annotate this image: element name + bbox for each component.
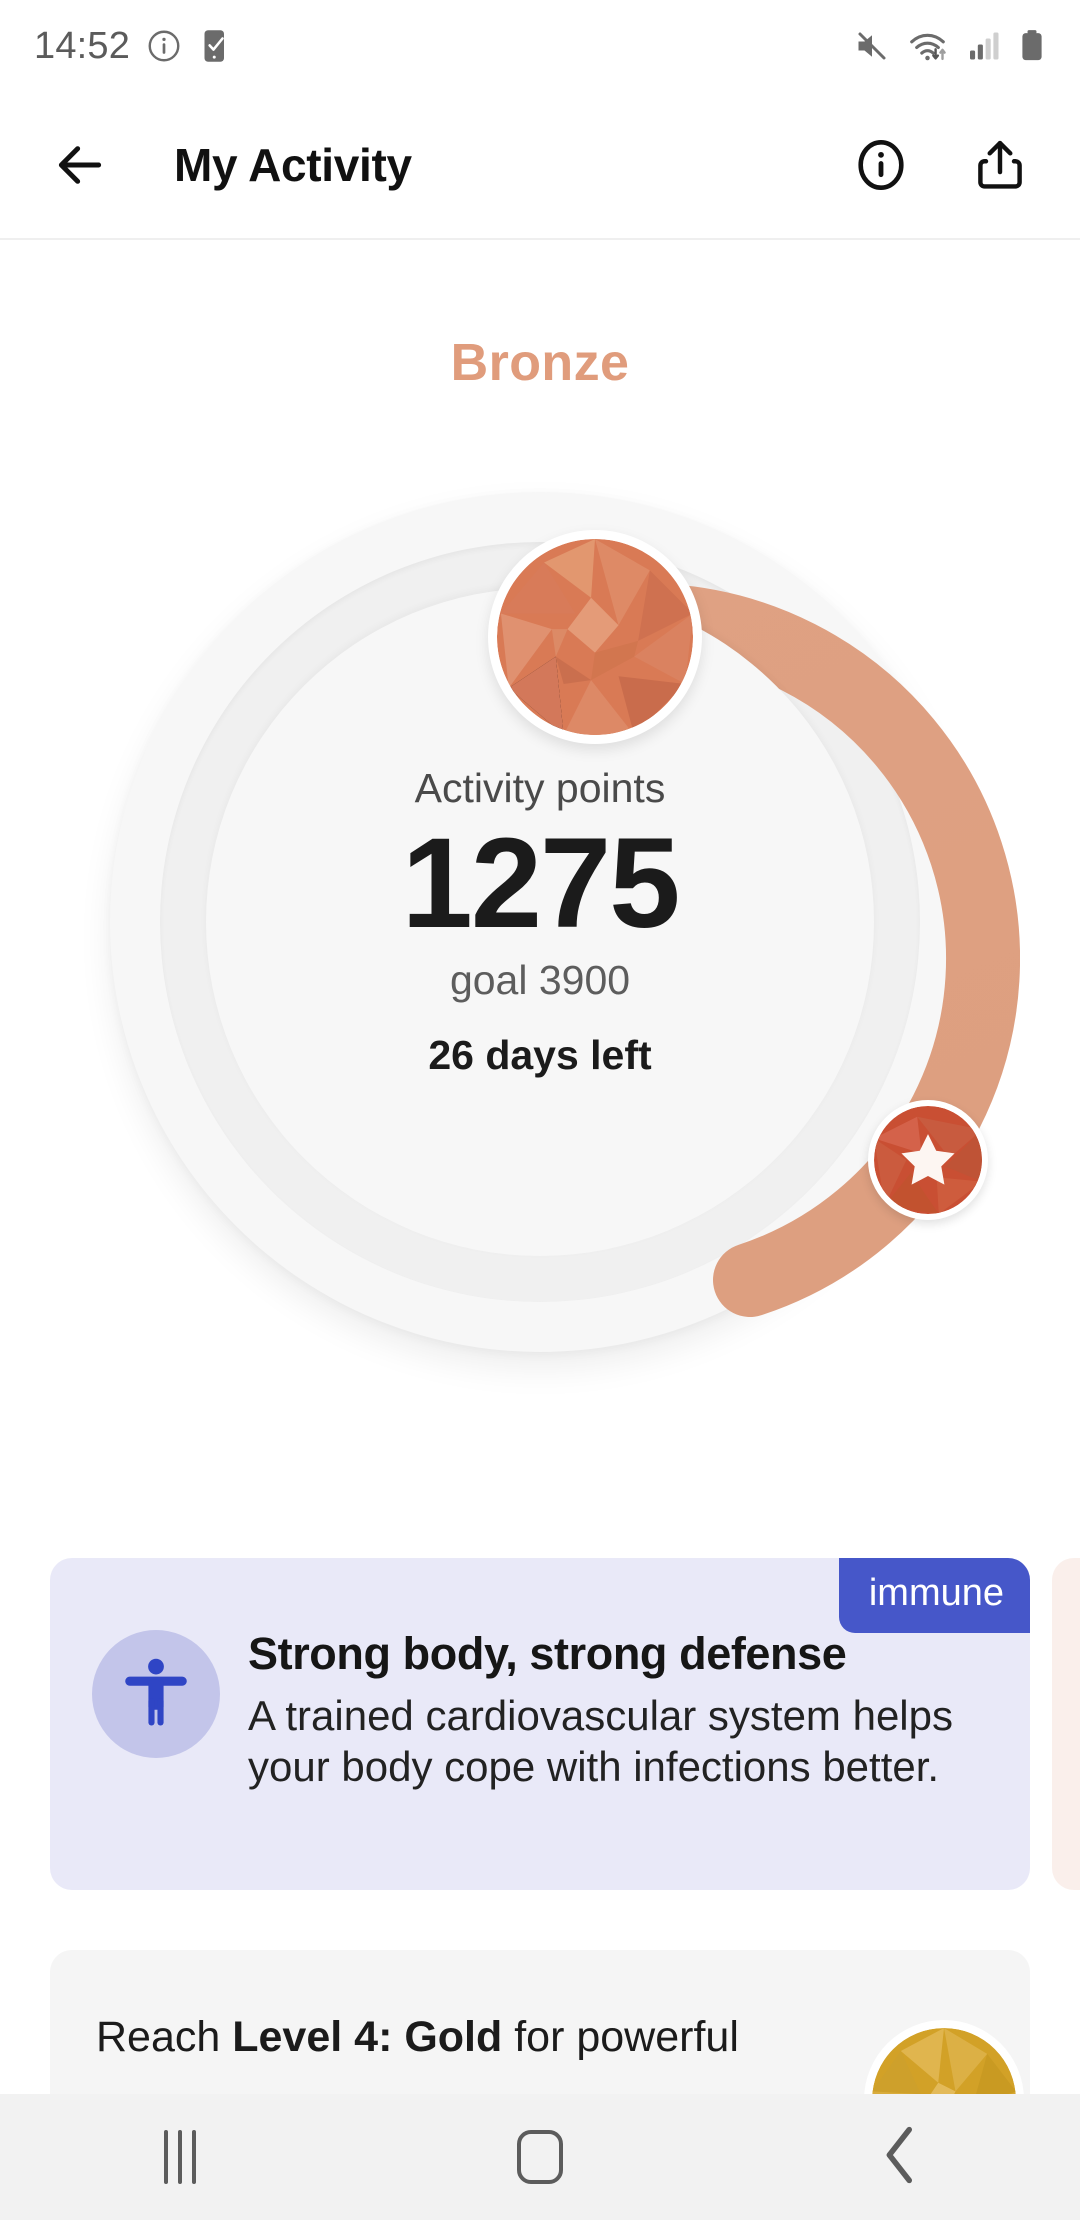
status-badge: immune [838,1558,1030,1633]
days-left: 26 days left [428,1032,652,1079]
mute-icon [852,28,892,64]
activity-progress-ring[interactable]: Activity points 1275 goal 3900 26 days l… [60,470,1020,1430]
back-arrow-icon[interactable] [52,137,108,193]
home-button[interactable] [450,2094,630,2220]
benefit-card-next-peek[interactable] [1052,1558,1080,1890]
next-level-name: Level 4: Gold [232,2013,503,2061]
activity-points-label: Activity points [414,764,666,811]
recents-icon [164,2130,196,2184]
phone-screen: 14:52 My Activity Bronze Activity points… [0,0,1080,2220]
status-bar: 14:52 [0,0,1080,92]
status-bar-left: 14:52 [34,25,232,68]
activity-goal: goal 3900 [449,957,631,1004]
star-milestone-badge-icon[interactable] [868,1100,988,1220]
wifi-icon [906,28,952,64]
info-circle-icon [146,28,182,64]
app-header: My Activity [0,92,1080,240]
benefit-card-body: Strong body, strong defense A trained ca… [248,1628,1000,1792]
bronze-gem-medal-icon[interactable] [488,530,702,744]
benefit-card-immune[interactable]: immune Strong body, strong defense A tra… [50,1558,1030,1890]
header-actions [852,136,1028,194]
benefit-card-title: Strong body, strong defense [248,1628,847,1679]
recents-button[interactable] [90,2094,270,2220]
next-level-suffix: for powerful [502,2013,739,2061]
page-title: My Activity [174,139,412,191]
chevron-left-icon [880,2125,920,2190]
benefit-card-text: A trained cardiovascular system helps yo… [248,1692,953,1791]
back-button[interactable] [810,2094,990,2220]
home-icon [517,2130,563,2184]
share-icon[interactable] [972,136,1028,194]
accessibility-icon [92,1630,220,1758]
status-bar-clock: 14:52 [34,24,131,67]
benefit-cards-carousel[interactable]: immune Strong body, strong defense A tra… [0,1558,1080,1898]
info-icon[interactable] [852,136,910,194]
battery-icon [1018,28,1046,64]
next-level-prefix: Reach [96,2013,233,2061]
status-bar-right [852,28,1046,64]
level-name: Bronze [450,334,630,392]
device-check-icon [198,28,232,64]
signal-icon [966,28,1004,64]
android-navigation-bar [0,2094,1080,2220]
next-level-text: Reach Level 4: Gold for powerful [96,2008,756,2066]
activity-points-value: 1275 [401,811,681,955]
